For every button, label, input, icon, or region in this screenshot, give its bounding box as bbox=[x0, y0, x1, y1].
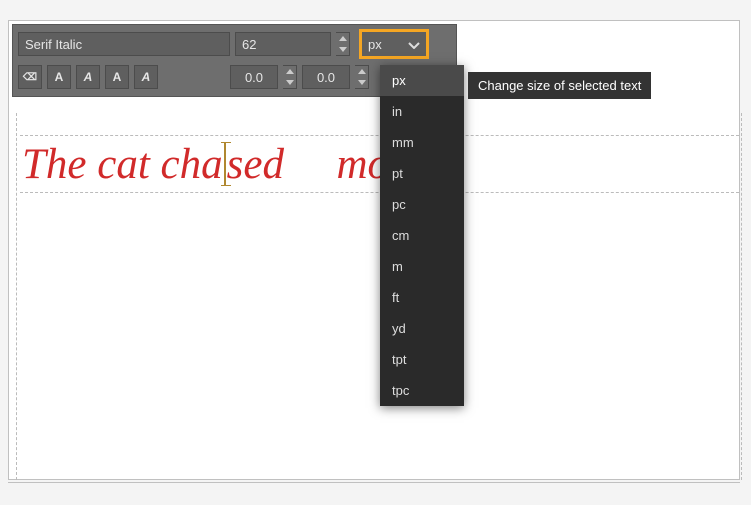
clear-style-button[interactable]: ⌫ bbox=[18, 65, 42, 89]
unit-option-pt[interactable]: pt bbox=[380, 158, 464, 189]
unit-option-cm[interactable]: cm bbox=[380, 220, 464, 251]
text-segment-mid: sed bbox=[227, 140, 284, 189]
unit-option-yd[interactable]: yd bbox=[380, 313, 464, 344]
unit-option-pc[interactable]: pc bbox=[380, 189, 464, 220]
unit-option-mm[interactable]: mm bbox=[380, 127, 464, 158]
chevron-down-icon bbox=[408, 37, 420, 52]
unit-option-px[interactable]: px bbox=[380, 65, 464, 96]
letter-spacing-up-icon[interactable] bbox=[283, 66, 296, 77]
letter-spacing-spinner[interactable] bbox=[283, 65, 297, 89]
unit-option-tpt[interactable]: tpt bbox=[380, 344, 464, 375]
guide-horizontal-bottom bbox=[8, 482, 740, 483]
delete-icon: ⌫ bbox=[23, 72, 37, 83]
guide-vertical-left bbox=[16, 113, 17, 480]
word-spacing-spinner[interactable] bbox=[355, 65, 369, 89]
word-spacing-input[interactable]: 0.0 bbox=[302, 65, 350, 89]
word-spacing-down-icon[interactable] bbox=[355, 77, 368, 88]
style-normal-button[interactable]: A bbox=[47, 65, 71, 89]
text-cursor-icon bbox=[224, 142, 226, 186]
style-bold-button[interactable]: A bbox=[76, 65, 100, 89]
font-size-spinner[interactable] bbox=[336, 32, 350, 56]
unit-select-label: px bbox=[368, 37, 382, 52]
unit-option-m[interactable]: m bbox=[380, 251, 464, 282]
unit-dropdown[interactable]: pxinmmptpccmmftydtpttpc bbox=[380, 65, 464, 406]
font-size-input[interactable]: 62 bbox=[235, 32, 331, 56]
font-size-down-icon[interactable] bbox=[336, 44, 349, 55]
letter-spacing-input[interactable]: 0.0 bbox=[230, 65, 278, 89]
toolbar-row-1: Serif Italic 62 px bbox=[18, 30, 451, 58]
word-spacing-up-icon[interactable] bbox=[355, 66, 368, 77]
font-family-select[interactable]: Serif Italic bbox=[18, 32, 230, 56]
tooltip: Change size of selected text bbox=[468, 72, 651, 99]
guide-vertical-right bbox=[741, 113, 742, 480]
unit-option-in[interactable]: in bbox=[380, 96, 464, 127]
unit-option-tpc[interactable]: tpc bbox=[380, 375, 464, 406]
unit-option-ft[interactable]: ft bbox=[380, 282, 464, 313]
style-bold-italic-button[interactable]: A bbox=[134, 65, 158, 89]
font-size-up-icon[interactable] bbox=[336, 33, 349, 44]
text-segment-before: The cat cha bbox=[22, 140, 223, 189]
letter-spacing-down-icon[interactable] bbox=[283, 77, 296, 88]
style-italic-button[interactable]: A bbox=[105, 65, 129, 89]
unit-select[interactable]: px bbox=[359, 29, 429, 59]
